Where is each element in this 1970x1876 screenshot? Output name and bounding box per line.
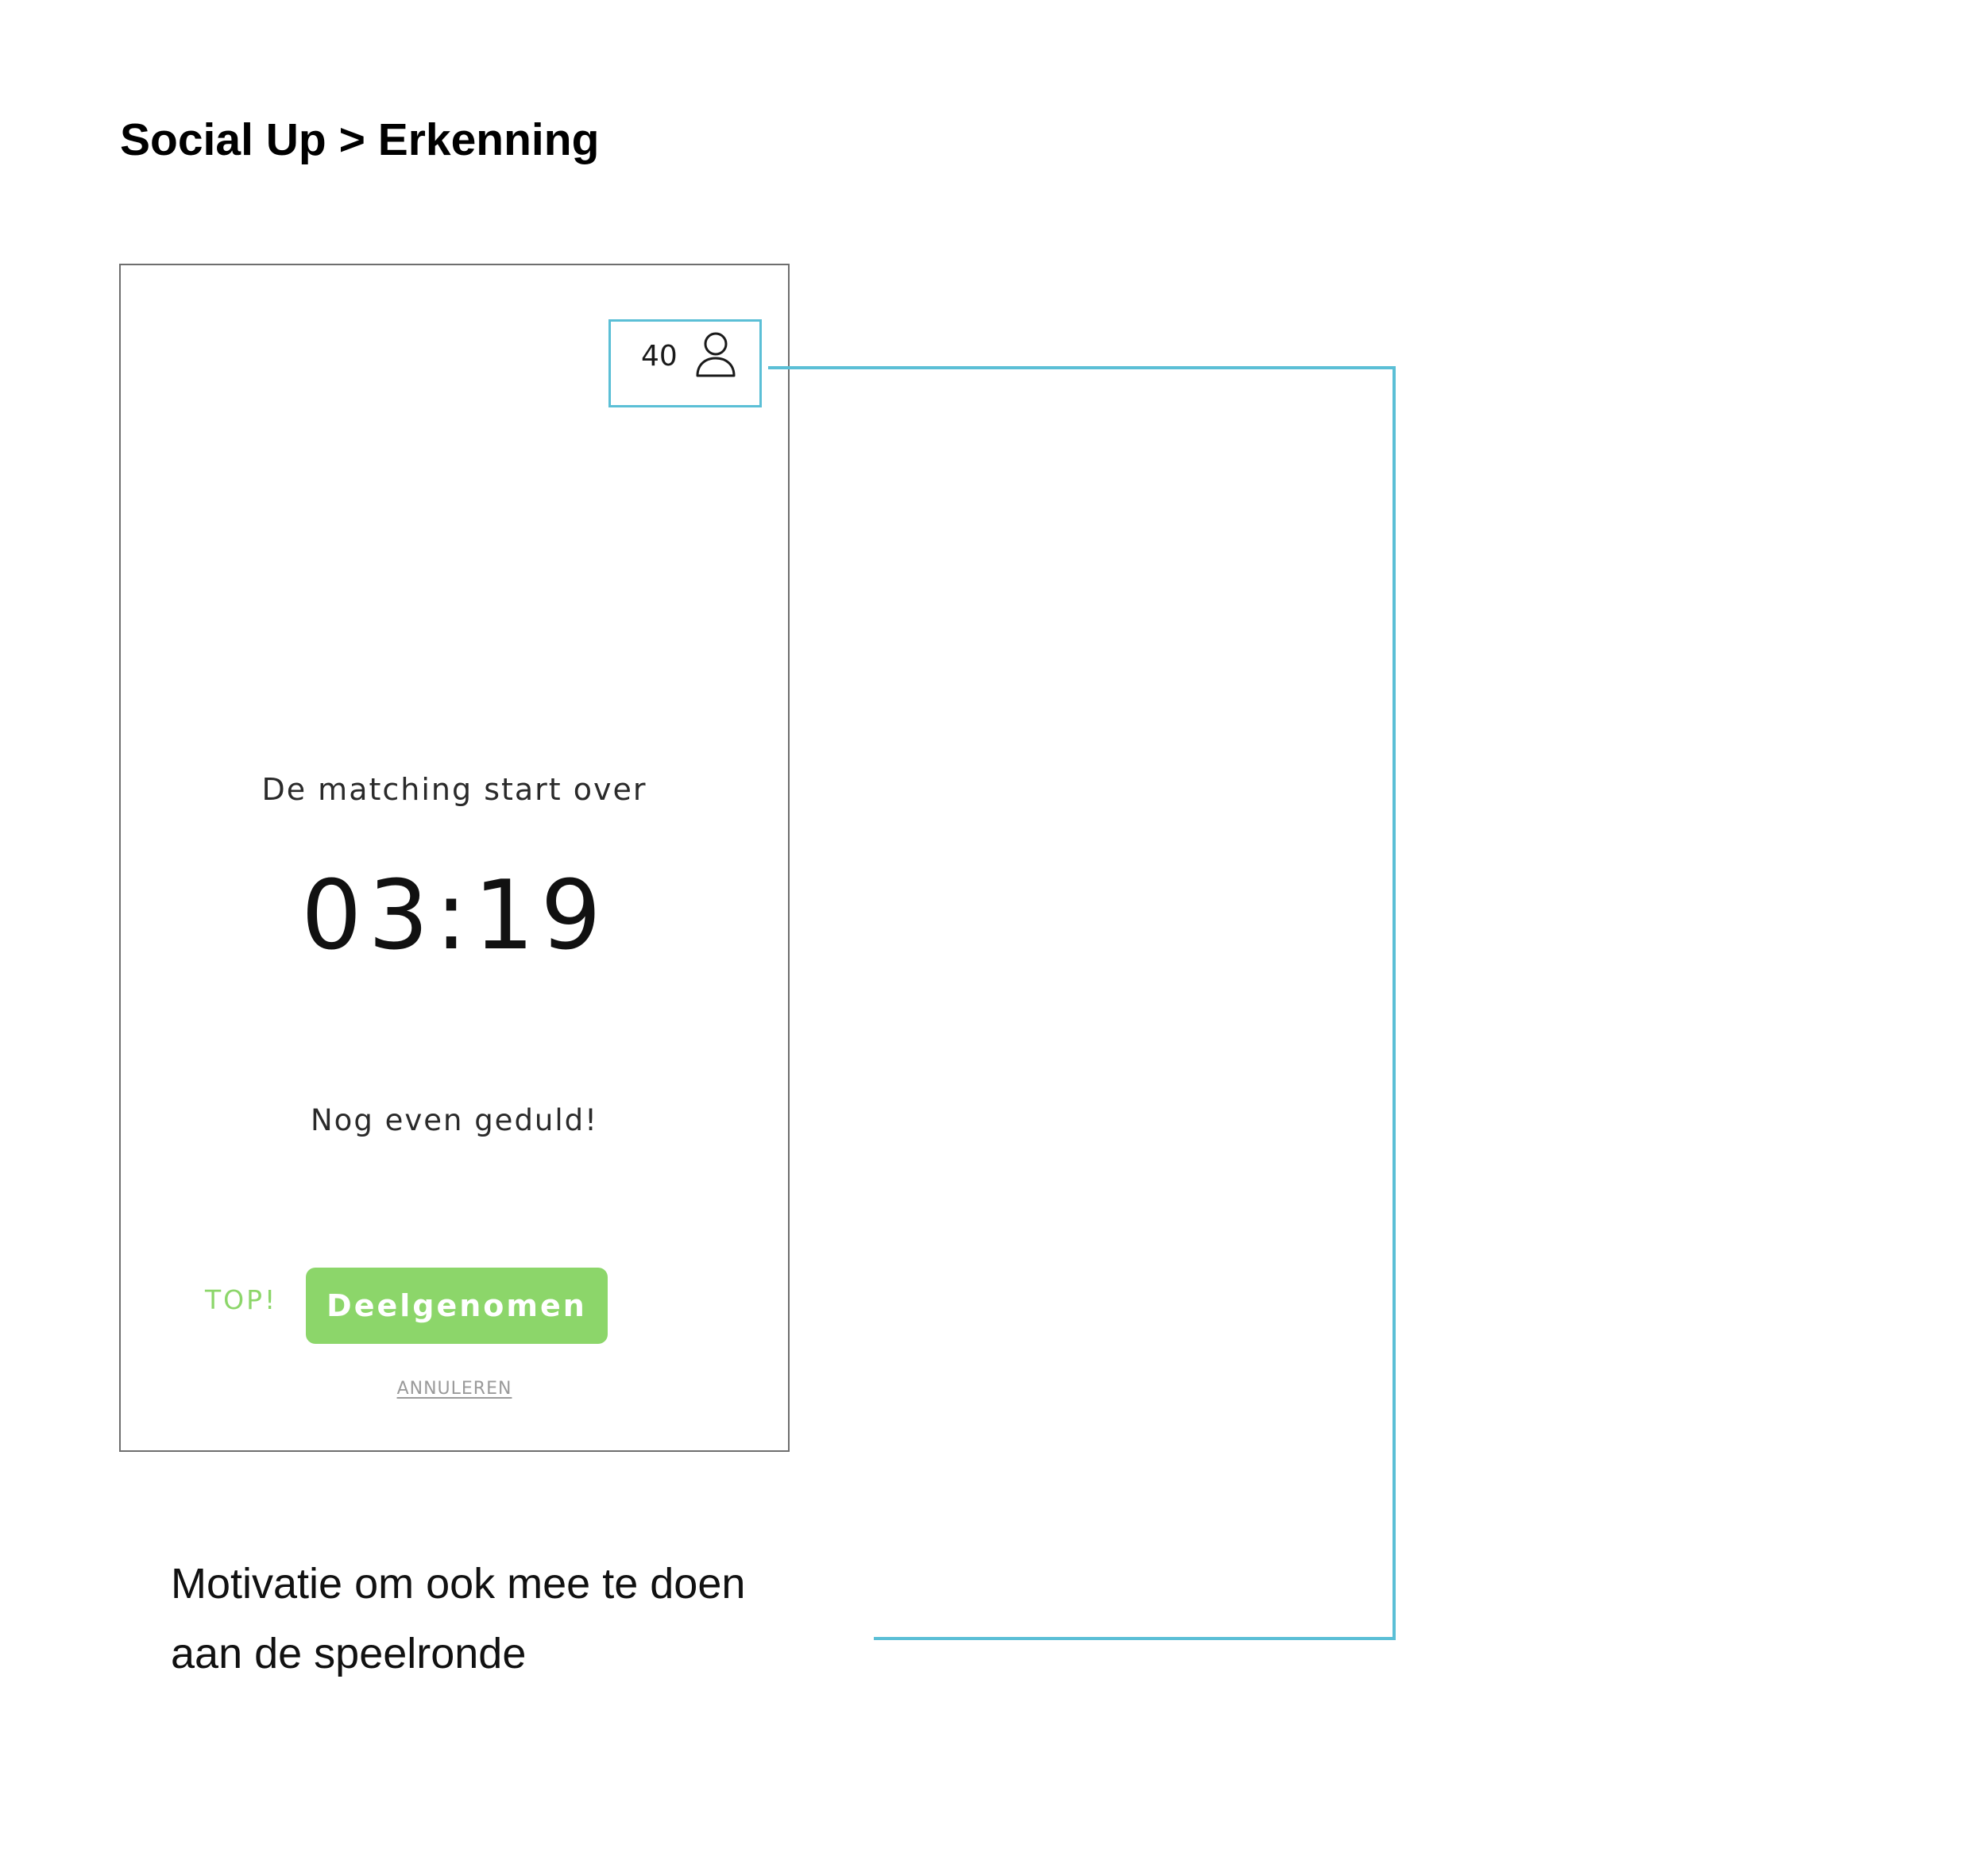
annotation-text: Motivatie om ook mee te doen aan de spee… bbox=[171, 1549, 745, 1689]
annotation-line-2: aan de speelronde bbox=[171, 1630, 527, 1677]
annotation-line-1: Motivatie om ook mee te doen bbox=[171, 1560, 746, 1608]
